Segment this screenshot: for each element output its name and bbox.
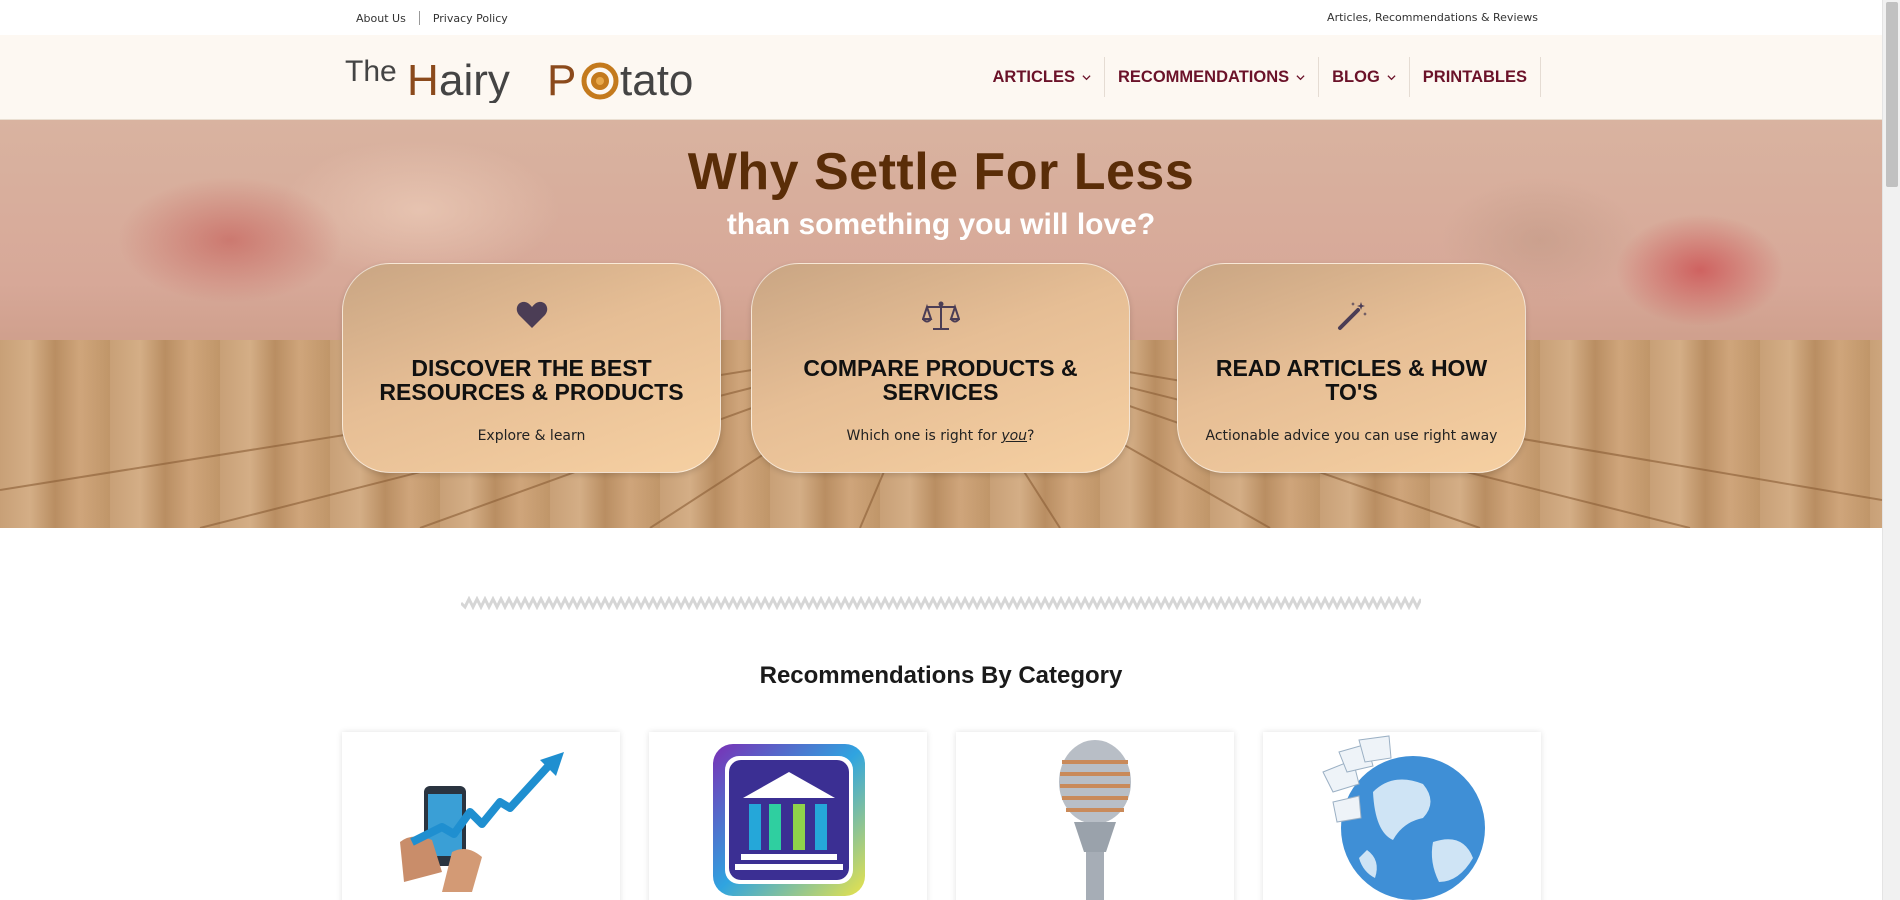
- about-us-link[interactable]: About Us: [356, 12, 406, 25]
- top-links: About Us Privacy Policy: [356, 11, 508, 25]
- phone-growth-chart-image: [400, 752, 564, 892]
- magic-wand-icon: [1178, 300, 1525, 330]
- site-tagline: Articles, Recommendations & Reviews: [1327, 11, 1538, 24]
- hero-title: Why Settle For Less: [687, 143, 1195, 201]
- page: About Us Privacy Policy Articles, Recomm…: [0, 0, 1900, 900]
- compare-card-desc-suffix: ?: [1027, 428, 1035, 444]
- top-bar: About Us Privacy Policy Articles, Recomm…: [0, 0, 1882, 35]
- compare-card-desc-prefix: Which one is right for: [846, 428, 1002, 444]
- chevron-down-icon: [1082, 74, 1091, 80]
- category-card-microphone[interactable]: [956, 732, 1234, 900]
- site-logo-image: The H airy P tato: [345, 55, 693, 103]
- nav-blog-label: BLOG: [1332, 67, 1380, 86]
- articles-card[interactable]: READ ARTICLES & HOW TO'S Actionable advi…: [1177, 263, 1526, 473]
- articles-card-desc: Actionable advice you can use right away: [1205, 428, 1498, 444]
- site-header: The H airy P tato ARTICLES RECOMMENDATIO…: [0, 35, 1882, 120]
- chevron-down-icon: [1387, 74, 1396, 80]
- nav-blog[interactable]: BLOG: [1319, 57, 1410, 97]
- scales-icon: [752, 300, 1129, 330]
- svg-text:The: The: [345, 55, 397, 88]
- compare-card-desc: Which one is right for you?: [762, 428, 1119, 444]
- microphone-image: [1059, 740, 1131, 900]
- category-card-phone-growth[interactable]: [342, 732, 620, 900]
- chevron-down-icon: [1296, 74, 1305, 80]
- svg-text:airy: airy: [439, 56, 510, 103]
- wavy-divider: [461, 596, 1421, 610]
- globe-image: [1322, 735, 1485, 900]
- nav-recommendations-label: RECOMMENDATIONS: [1118, 67, 1290, 86]
- discover-card[interactable]: DISCOVER THE BEST RESOURCES & PRODUCTS E…: [342, 263, 721, 473]
- recommendations-title: Recommendations By Category: [759, 662, 1123, 689]
- articles-card-title: READ ARTICLES & HOW TO'S: [1215, 355, 1488, 405]
- discover-card-desc: Explore & learn: [477, 428, 586, 444]
- svg-text:tato: tato: [620, 56, 693, 103]
- nav-recommendations[interactable]: RECOMMENDATIONS: [1105, 57, 1320, 97]
- category-card-globe[interactable]: [1263, 732, 1541, 900]
- nav-printables-label: PRINTABLES: [1422, 67, 1527, 86]
- heart-icon: [343, 300, 720, 330]
- compare-card-desc-emphasis: you: [1001, 428, 1028, 444]
- svg-text:H: H: [407, 56, 439, 103]
- nav-articles-label: ARTICLES: [992, 67, 1076, 86]
- main-nav: ARTICLES RECOMMENDATIONS BLOG PRINTABLES: [980, 57, 1541, 97]
- nav-printables[interactable]: PRINTABLES: [1410, 57, 1541, 97]
- bank-building-image: [713, 744, 865, 896]
- site-logo[interactable]: The H airy P tato: [345, 53, 740, 103]
- privacy-policy-link[interactable]: Privacy Policy: [433, 12, 508, 25]
- scrollbar-thumb[interactable]: [1886, 2, 1898, 187]
- compare-card[interactable]: COMPARE PRODUCTS & SERVICES Which one is…: [751, 263, 1130, 473]
- hero-subtitle: than something you will love?: [726, 208, 1156, 241]
- nav-articles[interactable]: ARTICLES: [980, 57, 1106, 97]
- compare-card-title: COMPARE PRODUCTS & SERVICES: [803, 355, 1078, 405]
- discover-card-title: DISCOVER THE BEST RESOURCES & PRODUCTS: [379, 355, 684, 405]
- page-scrollbar[interactable]: [1882, 0, 1900, 900]
- svg-text:P: P: [547, 56, 576, 103]
- top-link-divider: [418, 11, 420, 25]
- category-card-bank[interactable]: [649, 732, 927, 900]
- hero-banner: Why Settle For Less than something you w…: [0, 120, 1882, 528]
